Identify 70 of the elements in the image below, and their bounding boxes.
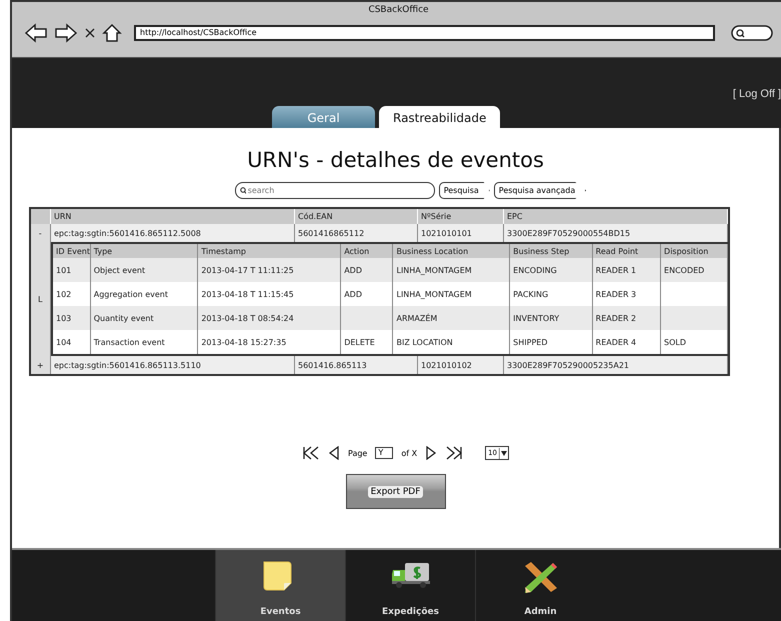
- table-cell: 2013-04-18 T 08:54:24: [198, 306, 341, 330]
- table-cell: DELETE: [340, 330, 393, 355]
- table-cell: 2013-04-18 15:27:35: [198, 330, 341, 355]
- expand-toggle[interactable]: -: [30, 224, 50, 242]
- search-button[interactable]: Pesquisa avançada: [494, 182, 586, 199]
- table-cell: 3300E289F705290005235A21: [504, 356, 728, 374]
- table-cell: epc:tag:sgtin:5601416.865112.5008: [50, 224, 294, 242]
- column-header: NºSérie: [418, 209, 504, 224]
- nav-item[interactable]: Admin: [475, 550, 605, 621]
- table-cell: ARMAZÉM: [392, 306, 510, 330]
- column-header: Type: [90, 243, 198, 258]
- column-header: Disposition: [660, 243, 727, 258]
- caret-icon: [499, 448, 508, 458]
- tab[interactable]: Rastreabilidade: [379, 106, 500, 128]
- table-cell: ENCODING: [510, 258, 592, 282]
- table-cell: 3300E289F70529000554BD15: [504, 224, 728, 242]
- back-icon[interactable]: [24, 23, 48, 43]
- page-title: URN's - detalhes de eventos: [247, 148, 544, 172]
- previous-page-icon[interactable]: [328, 446, 340, 460]
- table-cell: 103: [52, 306, 90, 330]
- table-cell: 5601416.865113: [294, 356, 418, 374]
- nav-item[interactable]: Expedições: [345, 550, 475, 621]
- page-count: of X: [401, 448, 418, 458]
- column-header: URN: [50, 209, 294, 224]
- page-label: Page: [348, 448, 368, 458]
- window-title: CSBackOffice: [367, 5, 430, 17]
- table-cell: LINHA_MONTAGEM: [392, 258, 510, 282]
- nav-item[interactable]: Eventos: [215, 550, 345, 621]
- expand-toggle[interactable]: +: [30, 356, 50, 374]
- table-cell: 1021010102: [418, 356, 504, 374]
- column-header: Action: [340, 243, 393, 258]
- table-cell: 104: [52, 330, 90, 355]
- search-button[interactable]: Pesquisa: [438, 182, 490, 199]
- table-cell: Quantity event: [90, 306, 198, 330]
- column-header: Timestamp: [198, 243, 341, 258]
- next-page-icon[interactable]: [425, 446, 438, 460]
- table-cell: SHIPPED: [510, 330, 592, 355]
- table-cell: READER 1: [592, 258, 661, 282]
- address-field[interactable]: http://localhost/CSBackOffice: [134, 25, 715, 41]
- export-pdf-button[interactable]: Export PDF: [346, 474, 446, 509]
- table-cell: SOLD: [660, 330, 727, 355]
- table-cell: 2013-04-17 T 11:11:25: [198, 258, 341, 282]
- table-cell: epc:tag:sgtin:5601416.865113.5110: [50, 356, 294, 374]
- table-cell: 101: [52, 258, 90, 282]
- column-header: Business Step: [510, 243, 592, 258]
- table-cell: READER 2: [592, 306, 661, 330]
- column-header: Cód.EAN: [294, 209, 418, 224]
- page-field[interactable]: Y: [375, 447, 394, 459]
- column-header: Business Location: [392, 243, 510, 258]
- last-page-icon[interactable]: [445, 446, 464, 460]
- home-icon[interactable]: [102, 23, 122, 43]
- search-icon[interactable]: [731, 25, 773, 41]
- table-cell: Transaction event: [90, 330, 198, 355]
- forward-icon[interactable]: [54, 23, 78, 43]
- search-field[interactable]: search: [234, 182, 435, 199]
- log-off-link[interactable]: [ Log Off ]: [732, 88, 781, 100]
- tree-marker: L: [30, 242, 50, 356]
- close-icon[interactable]: [84, 27, 96, 39]
- table-cell: ADD: [340, 258, 393, 282]
- table-cell: 5601416865112: [294, 224, 418, 242]
- table-cell: ENCODED: [660, 258, 727, 282]
- column-header: EPC: [504, 209, 728, 224]
- column-header: Read Point: [592, 243, 661, 258]
- table-cell: READER 4: [592, 330, 661, 355]
- table-cell: BIZ LOCATION: [392, 330, 510, 355]
- table-cell: 1021010101: [418, 224, 504, 242]
- search-icon: [240, 187, 246, 194]
- table-cell: INVENTORY: [510, 306, 592, 330]
- table-cell: Object event: [90, 258, 198, 282]
- first-page-icon[interactable]: [302, 446, 320, 460]
